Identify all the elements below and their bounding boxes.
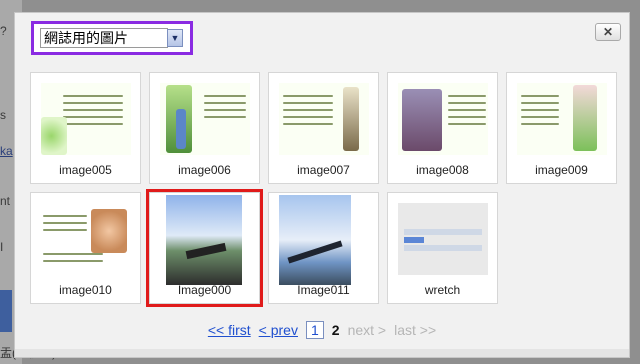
thumbnail-preview — [160, 83, 250, 155]
thumbnail-label: image005 — [59, 163, 112, 177]
close-button[interactable]: ✕ — [595, 23, 621, 41]
close-icon: ✕ — [602, 25, 614, 39]
thumbnail-image000[interactable]: Image000 — [146, 189, 263, 307]
thumbnail-grid: image005 image006 image007 image008 imag… — [30, 72, 620, 307]
last-page-link: last >> — [394, 322, 437, 338]
thumbnail-label: image007 — [297, 163, 350, 177]
background-text-fragment: nt — [0, 194, 11, 208]
first-page-link[interactable]: << first — [208, 322, 251, 338]
background-text-fragment: ? — [0, 24, 7, 38]
thumbnail-label: image010 — [59, 283, 112, 297]
thumbnail-label: image009 — [535, 163, 588, 177]
background-text-fragment: I — [0, 240, 4, 254]
thumbnail-preview — [398, 203, 488, 275]
chevron-down-icon[interactable]: ▼ — [167, 29, 183, 47]
thumbnail-image006[interactable]: image006 — [149, 72, 260, 184]
thumbnail-image009[interactable]: image009 — [506, 72, 617, 184]
next-page-link: next > — [347, 322, 387, 338]
thumbnail-image008[interactable]: image008 — [387, 72, 498, 184]
thumbnail-preview — [41, 203, 131, 275]
page-1-link[interactable]: 1 — [305, 321, 324, 339]
dialog-footer — [15, 349, 629, 357]
thumbnail-wretch[interactable]: wretch — [387, 192, 498, 304]
thumbnail-preview — [166, 195, 242, 285]
thumbnail-label: wretch — [424, 283, 461, 297]
thumbnail-preview — [517, 83, 607, 155]
background-panel-strip — [0, 290, 12, 332]
thumbnail-preview — [41, 83, 131, 155]
pagination: << first < prev 1 2 next > last >> — [15, 315, 629, 345]
thumbnail-image010[interactable]: image010 — [30, 192, 141, 304]
image-picker-dialog: 網誌用的圖片 ▼ ✕ image005 image006 image007 im… — [14, 12, 630, 358]
thumbnail-label: Image011 — [297, 283, 350, 297]
prev-page-link[interactable]: < prev — [259, 322, 298, 338]
thumbnail-preview — [279, 83, 369, 155]
thumbnail-label: image008 — [416, 163, 469, 177]
thumbnail-preview — [398, 83, 488, 155]
thumbnail-image011[interactable]: Image011 — [268, 192, 379, 304]
page-2-current: 2 — [331, 322, 340, 338]
thumbnail-image005[interactable]: image005 — [30, 72, 141, 184]
thumbnail-label: Image000 — [177, 283, 232, 297]
thumbnail-image007[interactable]: image007 — [268, 72, 379, 184]
background-text-fragment: s — [0, 108, 6, 122]
dialog-header: 網誌用的圖片 ▼ ✕ — [15, 13, 629, 63]
background-link-fragment: ka — [0, 144, 13, 158]
thumbnail-preview — [279, 195, 351, 285]
album-select-value[interactable]: 網誌用的圖片 — [40, 28, 168, 48]
thumbnail-label: image006 — [178, 163, 231, 177]
album-select[interactable]: 網誌用的圖片 ▼ — [31, 21, 193, 55]
